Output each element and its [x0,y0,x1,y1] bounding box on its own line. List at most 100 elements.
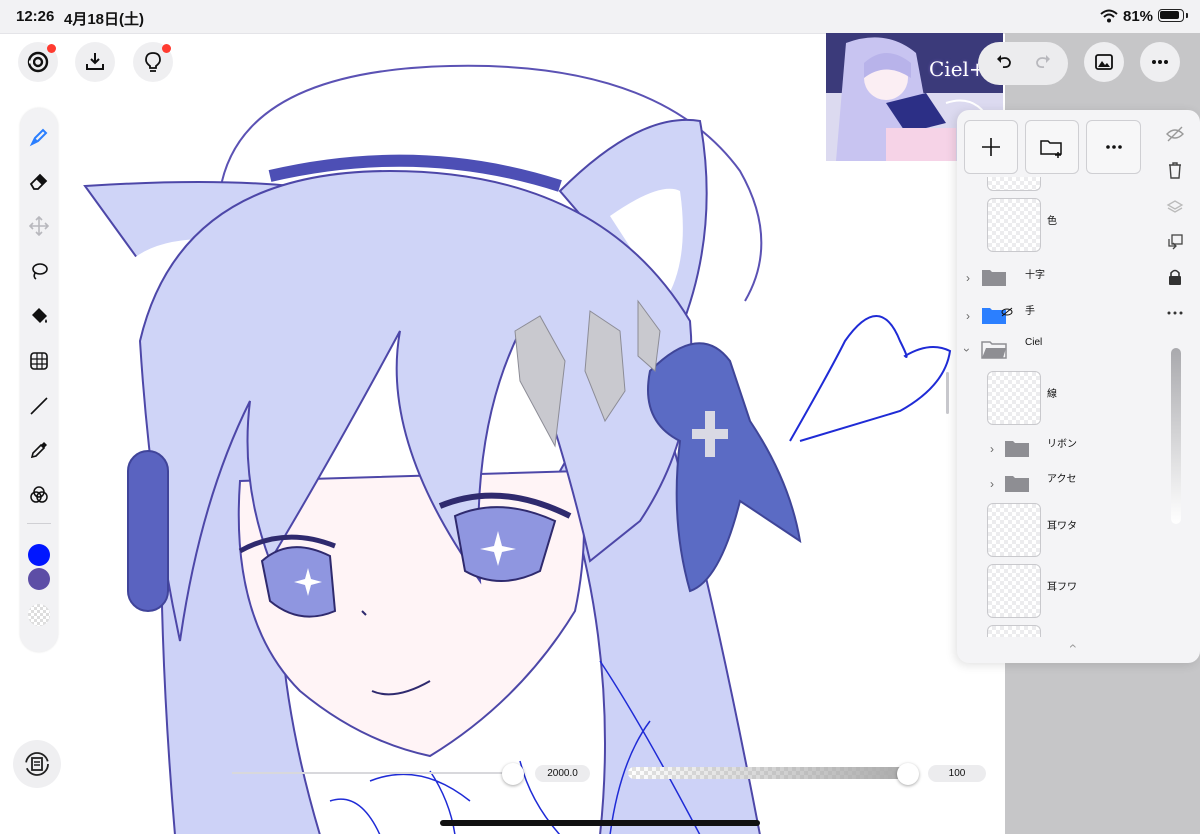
folder-open-icon [981,341,1007,359]
primary-color-swatch[interactable] [28,544,50,566]
chevron-up-icon[interactable]: › [1063,644,1079,649]
trash-icon [1169,162,1181,179]
layer-name: 耳フワ [1047,582,1077,593]
layer-opacity-slider[interactable] [1171,348,1181,524]
tool-palette [20,108,58,652]
layer-name: 色 [1047,216,1057,227]
redo-icon [1035,55,1050,69]
quick-switch-button[interactable] [13,740,61,788]
chevron-right-icon[interactable]: › [990,442,994,456]
line-tool[interactable] [24,391,54,421]
chevron-down-icon[interactable]: › [960,348,974,352]
add-layer-button[interactable] [964,120,1018,174]
layers-panel: 色 › 十字 › 手 › Ciel 線 › リボン › アクセ 耳ワタ 耳フワ … [957,110,1200,663]
folder-icon [1005,441,1029,457]
move-tool[interactable] [24,211,54,241]
import-button[interactable] [75,42,115,82]
lasso-icon [32,263,48,280]
transparent-color-swatch[interactable] [28,604,50,626]
layer-more-button[interactable] [1163,301,1187,325]
clip-layer-button[interactable] [1163,230,1187,254]
transform-tool[interactable] [24,346,54,376]
layer-row[interactable]: 耳ワタ [957,503,1152,559]
folder-row[interactable]: › リボン [957,433,1152,463]
eyedropper-tool[interactable] [24,435,54,465]
redo-button[interactable] [1032,50,1054,77]
status-time: 12:26 [16,8,55,25]
undo-button[interactable] [993,50,1015,77]
layers-toggle-button[interactable] [1084,42,1124,82]
pen-tool[interactable] [24,122,54,152]
notification-badge [47,44,56,53]
transform-grid-icon [30,352,48,370]
notification-badge [162,44,171,53]
eyedropper-icon [30,442,47,459]
folder-row[interactable]: › アクセ [957,468,1152,498]
eraser-tool[interactable] [24,166,54,196]
rotate-swap-icon [25,752,49,776]
more-icon [1152,60,1168,64]
layer-options-button[interactable] [1086,120,1141,174]
battery-percent: 81% [1123,8,1154,25]
wifi-icon [1100,9,1118,23]
brush-size-knob[interactable] [502,763,524,785]
brush-opacity-value: 100 [928,765,986,782]
color-blend-tool[interactable] [24,480,54,510]
home-indicator [440,820,760,826]
color-blend-icon [30,486,48,503]
menu-button[interactable] [1140,42,1180,82]
tips-lightbulb-icon [145,52,161,72]
layer-name: 手 [1025,306,1035,317]
merge-layer-button[interactable] [1163,194,1187,218]
gallery-button[interactable] [18,42,58,82]
eye-hidden-icon [1166,126,1184,142]
layer-row[interactable]: 耳フワ [957,564,1152,620]
layer-thumbnail[interactable] [987,177,1041,191]
visibility-button[interactable] [1163,122,1187,146]
layer-name: 耳ワタ [1047,521,1077,532]
folder-icon [982,270,1006,286]
layer-thumbnail [987,371,1041,425]
brush-opacity-knob[interactable] [897,763,919,785]
layer-thumbnail [987,198,1041,252]
layer-name: アクセ [1047,474,1077,485]
layer-row[interactable]: 色 [957,198,1152,254]
lock-layer-button[interactable] [1163,265,1187,289]
eraser-icon [29,173,48,190]
folder-row-selected[interactable]: › 手 [957,300,1152,330]
status-date: 4月18日(土) [64,11,145,28]
add-folder-button[interactable] [1025,120,1079,174]
layer-name: 十字 [1025,270,1045,281]
layer-name: Ciel [1025,337,1043,348]
layer-thumbnail[interactable] [987,625,1041,637]
gallery-icon [27,51,49,73]
chevron-right-icon[interactable]: › [966,309,970,323]
lasso-tool[interactable] [24,256,54,286]
folder-row[interactable]: › Ciel [957,335,1152,365]
status-bar: 12:26 4月18日(土) 81% [0,0,1200,33]
brush-size-slider[interactable] [232,772,512,774]
folder-icon [1005,476,1029,492]
brush-size-value: 2000.0 [535,765,590,782]
secondary-color-swatch[interactable] [28,568,50,590]
layer-row[interactable]: 線 [957,371,1152,427]
layer-thumbnail [987,564,1041,618]
import-icon [86,53,104,70]
clipping-icon [1168,234,1183,250]
chevron-right-icon[interactable]: › [966,271,970,285]
chevron-right-icon[interactable]: › [990,477,994,491]
canvas-scroll-indicator [946,372,949,414]
pen-icon [29,128,48,147]
folder-row[interactable]: › 十字 [957,262,1152,292]
undo-icon [996,55,1011,69]
lock-icon [1169,269,1181,285]
fill-tool[interactable] [24,301,54,331]
brush-opacity-slider[interactable] [628,767,910,779]
tips-button[interactable] [133,42,173,82]
undo-redo-group [978,42,1068,85]
layers-image-icon [1095,54,1113,70]
layer-name: 線 [1047,389,1057,400]
layer-thumbnail [987,503,1041,557]
move-icon [28,215,50,237]
delete-layer-button[interactable] [1163,158,1187,182]
